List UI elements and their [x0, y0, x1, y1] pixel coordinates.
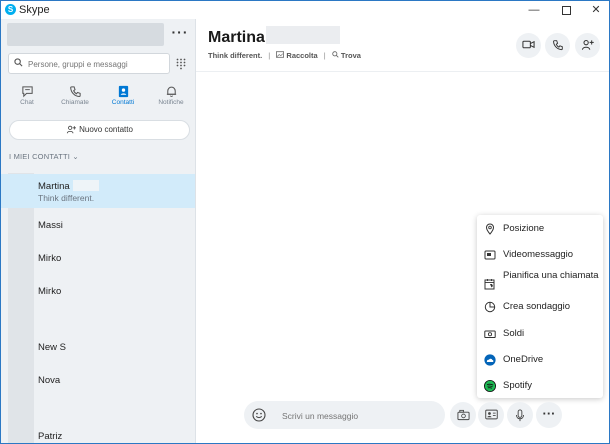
video-camera-icon — [522, 40, 535, 49]
contact-name: New S — [38, 342, 66, 353]
menu-item-create-poll[interactable]: Crea sondaggio — [477, 295, 603, 319]
chat-subline: Think different. | Raccolta | Trova — [208, 51, 361, 60]
list-item[interactable]: Patriz — [1, 419, 195, 443]
contact-surname-redacted — [73, 180, 99, 191]
contact-name: Patriz — [38, 431, 63, 442]
minimize-button[interactable]: — — [519, 1, 549, 19]
menu-item-label: Pianifica una chiamata — [503, 270, 599, 281]
location-pin-icon — [485, 223, 495, 235]
menu-item-label: OneDrive — [503, 354, 544, 365]
tab-contacts[interactable]: Contatti — [99, 81, 147, 125]
menu-item-label: Posizione — [503, 223, 545, 234]
message-input[interactable] — [280, 408, 434, 424]
search-box[interactable] — [8, 53, 170, 74]
bell-icon — [166, 86, 176, 97]
image-gallery-icon — [456, 409, 470, 421]
more-actions-button[interactable]: ··· — [536, 402, 562, 428]
more-options-button[interactable]: ··· — [169, 25, 191, 43]
sidebar: ··· Persone, gruppi e messaggi Chat Chia… — [1, 19, 196, 443]
more-options-menu: Posizione Videomessaggio Pianifica una c… — [477, 215, 603, 398]
add-contact-icon — [66, 126, 77, 134]
gallery-icon — [276, 51, 285, 58]
contact-status: Think different. — [38, 193, 95, 203]
video-call-button[interactable] — [516, 33, 541, 58]
header-divider — [196, 71, 609, 72]
money-icon — [484, 330, 496, 338]
contacts-icon — [118, 85, 128, 98]
contact-card-icon — [484, 409, 498, 420]
skype-logo-icon: S — [5, 4, 16, 15]
tab-notifications[interactable]: Notifiche — [147, 81, 195, 125]
dialpad-icon — [176, 58, 186, 70]
contact-item-selected[interactable]: Martina Think different. — [1, 174, 195, 208]
microphone-icon — [516, 409, 524, 422]
menu-item-onedrive[interactable]: OneDrive — [477, 348, 603, 372]
tab-calls-label: Chiamate — [61, 99, 89, 106]
add-people-button[interactable] — [575, 33, 600, 58]
contact-name: Martina — [38, 181, 70, 192]
chat-status: Think different. — [208, 51, 263, 60]
contact-name: Nova — [38, 375, 61, 386]
phone-icon — [69, 86, 81, 98]
dialpad-button[interactable] — [171, 53, 191, 74]
find-icon — [332, 51, 339, 58]
list-item[interactable]: Mirko — [1, 241, 195, 274]
menu-item-location[interactable]: Posizione — [477, 217, 603, 241]
poll-icon — [484, 301, 496, 313]
contacts-section-title[interactable]: I MIEI CONTATTI ⌄ — [9, 152, 79, 161]
onedrive-icon — [484, 354, 496, 366]
menu-item-spotify[interactable]: Spotify — [477, 374, 603, 398]
menu-item-label: Videomessaggio — [503, 249, 574, 260]
tab-notifications-label: Notifiche — [158, 99, 184, 106]
phone-icon — [552, 40, 563, 51]
voice-message-button[interactable] — [507, 402, 533, 428]
gallery-link[interactable]: Raccolta — [286, 51, 317, 60]
message-composer — [244, 401, 445, 429]
new-contact-button[interactable]: Nuovo contatto — [9, 120, 190, 140]
menu-item-label: Soldi — [503, 328, 525, 339]
contact-card-button[interactable] — [478, 402, 504, 428]
maximize-icon — [561, 5, 571, 15]
find-link[interactable]: Trova — [341, 51, 361, 60]
media-gallery-button[interactable] — [450, 402, 476, 428]
new-contact-label: Nuovo contatto — [79, 125, 133, 134]
menu-item-label: Spotify — [503, 380, 533, 391]
contact-name: Mirko — [38, 286, 62, 297]
chat-icon — [21, 86, 33, 98]
list-item[interactable]: New S — [1, 330, 195, 363]
list-item[interactable]: Nova — [1, 363, 195, 396]
search-input[interactable] — [26, 56, 168, 72]
tab-chat[interactable]: Chat — [3, 81, 51, 125]
skype-window: S Skype — ✕ ··· Persone, gruppi e messag… — [0, 0, 610, 444]
list-item[interactable]: Mirko — [1, 274, 195, 307]
maximize-button[interactable] — [551, 1, 581, 19]
schedule-call-icon — [484, 279, 495, 290]
list-item[interactable]: Massi — [1, 208, 195, 241]
title-bar: S Skype — ✕ — [1, 1, 609, 19]
chat-title: Martina — [208, 29, 265, 46]
tab-calls[interactable]: Chiamate — [51, 81, 99, 125]
search-icon — [14, 58, 23, 67]
chat-surname-redacted — [266, 26, 340, 44]
contact-name: Mirko — [38, 253, 62, 264]
emoji-icon[interactable] — [252, 408, 266, 422]
add-person-icon — [581, 40, 594, 50]
tab-chat-label: Chat — [20, 99, 34, 106]
video-message-icon — [484, 250, 496, 260]
spotify-icon — [484, 380, 496, 392]
tab-contacts-label: Contatti — [111, 99, 135, 106]
separator: | — [268, 51, 271, 60]
close-button[interactable]: ✕ — [581, 1, 609, 19]
audio-call-button[interactable] — [545, 33, 570, 58]
separator: | — [323, 51, 326, 60]
menu-item-video-message[interactable]: Videomessaggio — [477, 243, 603, 267]
contact-name: Massi — [38, 220, 63, 231]
menu-item-label: Crea sondaggio — [503, 301, 571, 312]
nav-tabs: Chat Chiamate Contatti Notifiche — [1, 81, 195, 125]
profile-name-redacted[interactable] — [7, 23, 164, 46]
window-title: Skype — [19, 4, 50, 16]
menu-item-money[interactable]: Soldi — [477, 322, 603, 346]
